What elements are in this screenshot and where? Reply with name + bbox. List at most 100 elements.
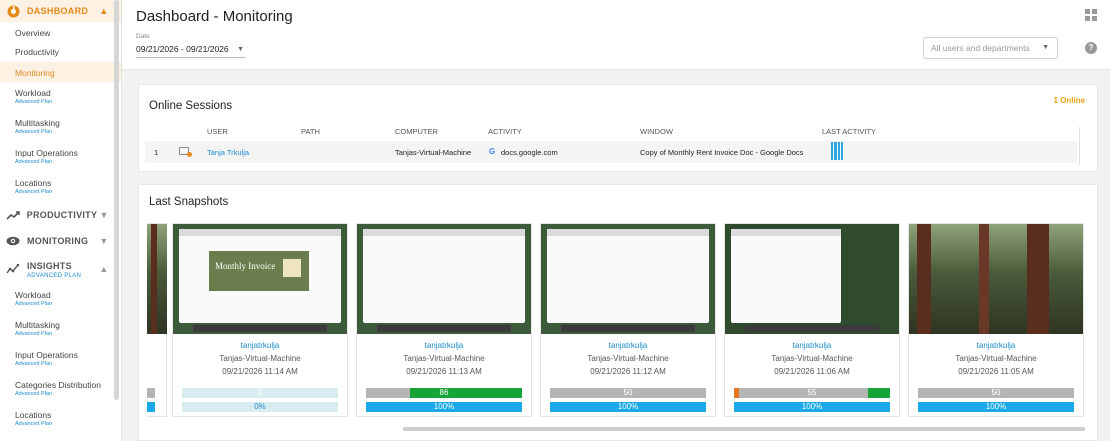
sidebar-item-insights-workload[interactable]: Workload Advanced Plan: [0, 284, 121, 314]
sidebar-item-insights-input-operations[interactable]: Input Operations Advanced Plan: [0, 344, 121, 374]
chevron-down-icon[interactable]: ▼: [97, 210, 111, 220]
sidebar-item-multitasking[interactable]: Multitasking Advanced Plan: [0, 112, 121, 142]
sidebar-item-insights-categories[interactable]: Categories Distribution Advanced Plan: [0, 374, 121, 404]
sidebar-scrollbar[interactable]: [114, 0, 119, 400]
dashboard-icon: [5, 3, 21, 19]
sidebar-section-label: DASHBOARD: [27, 6, 89, 16]
snapshot-time: 09/21/2026 11:12 AM: [590, 367, 666, 376]
sidebar-item-label: Categories Distribution: [15, 380, 101, 390]
snapshot-image[interactable]: [357, 224, 531, 334]
snapshot-card[interactable]: tanjatrkulja Tanjas-Virtual-Machine 09/2…: [908, 223, 1084, 417]
insights-icon: [5, 261, 21, 277]
sidebar-item-label: Input Operations: [15, 148, 78, 158]
caret-down-icon: ▼: [1042, 44, 1049, 51]
sidebar-item-label: Productivity: [15, 47, 59, 57]
column-header-activity[interactable]: ACTIVITY: [488, 127, 522, 136]
chevron-up-icon[interactable]: ▲: [97, 264, 111, 274]
productivity-bar: 0: [182, 388, 338, 398]
sidebar-item-label: Overview: [15, 28, 51, 38]
productivity-label: 55: [807, 388, 817, 397]
plan-badge: Advanced Plan: [15, 301, 52, 307]
plan-badge: Advanced Plan: [15, 129, 52, 135]
sidebar-item-label: Multitasking: [15, 118, 60, 128]
sidebar-item-monitoring[interactable]: Monitoring: [0, 62, 121, 82]
computer-icon: [179, 147, 192, 157]
snapshot-image[interactable]: [147, 224, 167, 334]
sidebar-item-label: Workload: [15, 290, 51, 300]
chevron-down-icon[interactable]: ▼: [97, 236, 111, 246]
snapshot-image[interactable]: [725, 224, 899, 334]
column-header-window[interactable]: WINDOW: [640, 127, 673, 136]
snapshot-card[interactable]: tanjatrkulja Tanjas-Virtual-Machine 09/2…: [724, 223, 900, 417]
grid-icon[interactable]: [1085, 9, 1097, 21]
sidebar-item-label: Locations: [15, 410, 52, 420]
snapshot-image[interactable]: [541, 224, 715, 334]
house-illustration: [283, 259, 301, 277]
activity-bar: [147, 402, 155, 412]
sidebar-item-workload[interactable]: Workload Advanced Plan: [0, 82, 121, 112]
snapshot-card[interactable]: Monthly Invoice tanjatrkulja Tanjas-Virt…: [172, 223, 348, 417]
plan-badge: ADVANCED PLAN: [27, 273, 82, 279]
snapshot-card[interactable]: tanjatrkulja Tanjas-Virtual-Machine 09/2…: [356, 223, 532, 417]
sidebar-section-insights[interactable]: INSIGHTS ADVANCED PLAN ▲: [0, 254, 121, 284]
sidebar-item-overview[interactable]: Overview: [0, 22, 121, 42]
plan-badge: Advanced Plan: [15, 99, 52, 105]
activity-bar: 100%: [734, 402, 890, 412]
trend-icon: [5, 207, 21, 223]
sidebar-section-productivity[interactable]: PRODUCTIVITY ▼: [0, 202, 121, 228]
sidebar-item-productivity[interactable]: Productivity: [0, 42, 121, 62]
plan-badge: Advanced Plan: [15, 189, 52, 195]
users-departments-select[interactable]: All users and departments ▼: [923, 37, 1058, 59]
session-computer: Tanjas-Virtual-Machine: [395, 148, 472, 157]
snapshot-time: 09/21/2026 11:05 AM: [958, 367, 1034, 376]
plan-badge: Advanced Plan: [15, 391, 52, 397]
sessions-scrollbar[interactable]: [1079, 127, 1087, 165]
snapshot-machine: Tanjas-Virtual-Machine: [587, 354, 669, 363]
sidebar-item-label: Monitoring: [15, 68, 55, 78]
invoice-preview: Monthly Invoice: [209, 251, 309, 291]
activity-label: 100%: [617, 402, 639, 411]
sidebar-section-label: PRODUCTIVITY: [26, 210, 98, 220]
session-user-link[interactable]: Tanja Trkulja: [207, 148, 249, 157]
column-header-path[interactable]: PATH: [301, 127, 320, 136]
sidebar-section-dashboard[interactable]: DASHBOARD ▲: [0, 0, 121, 22]
snapshot-card-partial[interactable]: [147, 223, 167, 417]
plan-badge: Advanced Plan: [15, 331, 52, 337]
snapshot-user-link[interactable]: tanjatrkulja: [173, 341, 347, 350]
sidebar-section-monitoring[interactable]: MONITORING ▼: [0, 228, 121, 254]
productivity-bar: 55: [734, 388, 890, 398]
column-header-user[interactable]: USER: [207, 127, 228, 136]
activity-bar: 100%: [550, 402, 706, 412]
column-header-last-activity[interactable]: LAST ACTIVITY: [822, 127, 876, 136]
sidebar-item-input-operations[interactable]: Input Operations Advanced Plan: [0, 142, 121, 172]
productivity-bar: 50: [918, 388, 1074, 398]
sidebar-item-locations[interactable]: Locations Advanced Plan: [0, 172, 121, 202]
date-label: Date: [136, 33, 150, 40]
productivity-label: 86: [439, 388, 449, 397]
snapshot-user-link[interactable]: tanjatrkulja: [541, 341, 715, 350]
snapshot-image[interactable]: [909, 224, 1083, 334]
sidebar-section-label: MONITORING: [27, 236, 89, 246]
sidebar-item-insights-locations[interactable]: Locations Advanced Plan: [0, 404, 121, 434]
productivity-bar: 50: [550, 388, 706, 398]
chevron-up-icon[interactable]: ▲: [97, 6, 111, 16]
snapshot-time: 09/21/2026 11:14 AM: [222, 367, 298, 376]
row-number: 1: [154, 148, 159, 157]
snapshot-image[interactable]: Monthly Invoice: [173, 224, 347, 334]
sidebar-item-insights-multitasking[interactable]: Multitasking Advanced Plan: [0, 314, 121, 344]
snapshot-user-link[interactable]: tanjatrkulja: [357, 341, 531, 350]
help-icon[interactable]: ?: [1085, 42, 1097, 54]
productivity-bar: [147, 388, 155, 398]
sidebar: DASHBOARD ▲ Overview Productivity Monito…: [0, 0, 122, 441]
activity-bar: 100%: [366, 402, 522, 412]
table-row[interactable]: [145, 141, 1077, 163]
page-title: Dashboard - Monitoring: [136, 8, 293, 25]
last-snapshots-card: Last Snapshots Monthly Invoice tanjatrku…: [138, 184, 1098, 441]
snapshot-card[interactable]: tanjatrkulja Tanjas-Virtual-Machine 09/2…: [540, 223, 716, 417]
column-header-computer[interactable]: COMPUTER: [395, 127, 438, 136]
snapshot-user-link[interactable]: tanjatrkulja: [725, 341, 899, 350]
date-range-select[interactable]: 09/21/2026 - 09/21/2026 ▼: [136, 44, 246, 58]
snapshot-user-link[interactable]: tanjatrkulja: [909, 341, 1083, 350]
snapshots-scrollbar[interactable]: [403, 427, 1085, 431]
sidebar-section-label: INSIGHTS: [27, 261, 72, 271]
